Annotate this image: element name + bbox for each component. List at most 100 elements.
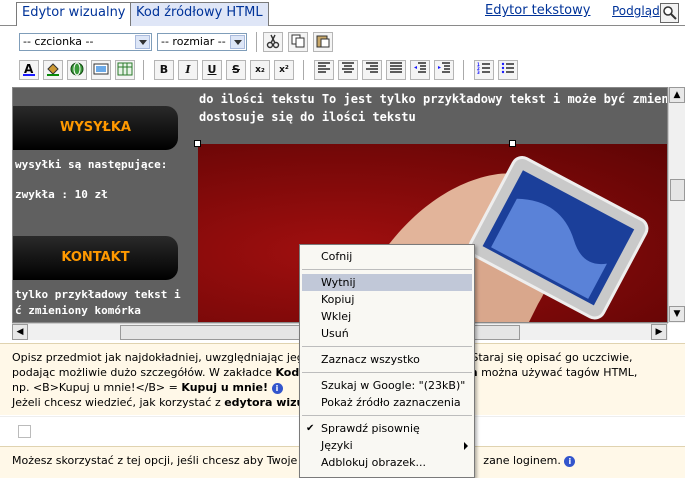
size-select[interactable]: -- rozmiar -- — [157, 33, 247, 51]
menu-item-view-source[interactable]: Pokaż źródło zaznaczenia — [300, 394, 474, 411]
editor-top-text-line: do ilości tekstu To jest tylko przykłado… — [199, 92, 668, 106]
shipping-text: wysyłki są następujące: — [15, 158, 168, 171]
align-right-icon — [366, 62, 378, 73]
scroll-left-icon[interactable]: ◀ — [12, 324, 28, 340]
editor-top-text-line: dostosuje się do ilości tekstu — [199, 110, 416, 124]
tab-html-source[interactable]: Kod źródłowy HTML — [130, 2, 269, 26]
menu-item-block-image[interactable]: Adblokuj obrazek... — [300, 454, 474, 471]
font-select[interactable]: -- czcionka -- — [19, 33, 152, 51]
help-text: Jeżeli chcesz wiedzieć, jak korzystać z — [12, 396, 225, 409]
bullet-list-button[interactable] — [498, 60, 518, 80]
resize-handle[interactable] — [509, 140, 516, 147]
paste-button[interactable] — [313, 32, 333, 52]
help-text: Opisz przedmiot jak najdokładniej, uwzgl… — [12, 351, 304, 364]
insert-link-button[interactable] — [67, 60, 87, 80]
contact-text: tylko przykładowy tekst i — [15, 288, 181, 301]
menu-item-select-all[interactable]: Zaznacz wszystko — [300, 351, 474, 368]
magnifier-icon[interactable] — [660, 3, 679, 23]
menu-item-languages[interactable]: Języki — [300, 437, 474, 454]
menu-item-label: Zaznacz wszystko — [321, 353, 420, 366]
menu-item-spellcheck[interactable]: ✔ Sprawdź pisownię — [300, 420, 474, 437]
text-editor-link[interactable]: Edytor tekstowy — [485, 3, 590, 18]
preview-link[interactable]: Podgląd — [612, 4, 660, 18]
globe-icon — [70, 62, 84, 76]
shipping-banner: WYSYŁKA — [13, 106, 178, 150]
cut-button[interactable] — [263, 32, 283, 52]
menu-item-label: Szukaj w Google: "(23kB)" — [321, 379, 466, 392]
contact-text-2: ć zmieniony komórka — [15, 304, 141, 317]
note-text: zane loginem. — [483, 454, 561, 467]
numbered-list-icon: 123 — [477, 62, 490, 75]
menu-item-delete[interactable]: Usuń — [300, 325, 474, 342]
menu-item-label: Wklej — [321, 310, 352, 323]
superscript-button[interactable]: x² — [274, 60, 294, 80]
background-color-button[interactable] — [43, 60, 63, 80]
table-icon — [117, 62, 133, 76]
svg-text:A: A — [24, 62, 34, 76]
indent-button[interactable] — [434, 60, 454, 80]
menu-item-label: Usuń — [321, 327, 349, 340]
align-center-button[interactable] — [338, 60, 358, 80]
insert-image-button[interactable] — [91, 60, 111, 80]
menu-item-label: Wytnij — [321, 276, 356, 289]
insert-table-button[interactable] — [115, 60, 135, 80]
bold-button[interactable]: B — [154, 60, 174, 80]
font-select-value: -- czcionka -- — [23, 35, 94, 48]
resize-handle[interactable] — [194, 140, 201, 147]
align-center-icon — [342, 62, 354, 73]
info-icon[interactable]: i — [271, 382, 283, 394]
text-color-button[interactable]: A — [19, 60, 39, 80]
strikethrough-button[interactable]: S — [226, 60, 246, 80]
copy-button[interactable] — [288, 32, 308, 52]
menu-item-copy[interactable]: Kopiuj — [300, 291, 474, 308]
italic-button[interactable]: I — [178, 60, 198, 80]
tab-visual-editor[interactable]: Edytor wizualny — [16, 2, 132, 26]
align-left-icon — [318, 62, 330, 73]
checkmark-icon: ✔ — [306, 423, 315, 434]
format-toolbar: -- czcionka -- -- rozmiar -- A B I U S x… — [12, 27, 685, 87]
menu-item-label: Pokaż źródło zaznaczenia — [321, 396, 461, 409]
outdent-button[interactable] — [410, 60, 430, 80]
toolbar-separator — [303, 60, 304, 80]
menu-separator — [302, 269, 472, 270]
scroll-down-icon[interactable]: ▼ — [669, 306, 685, 322]
context-menu: Cofnij Wytnij Kopiuj Wklej Usuń Zaznacz … — [299, 244, 475, 478]
editor-vertical-scrollbar[interactable]: ▲ ▼ — [668, 87, 685, 323]
menu-separator — [302, 415, 472, 416]
toolbar-separator — [256, 32, 257, 52]
editor-tabs: Edytor wizualny Kod źródłowy HTML Edytor… — [0, 0, 685, 26]
info-icon[interactable]: i — [564, 455, 576, 467]
numbered-list-button[interactable]: 123 — [474, 60, 494, 80]
submenu-arrow-icon — [464, 442, 468, 450]
menu-separator — [302, 372, 472, 373]
menu-item-cut[interactable]: Wytnij — [302, 274, 472, 291]
chevron-down-icon — [135, 35, 150, 49]
copy-icon — [291, 34, 305, 48]
align-left-button[interactable] — [314, 60, 334, 80]
scissors-icon — [266, 34, 280, 49]
shipping-cost: zwykła : 10 zł — [15, 188, 108, 201]
menu-item-search-google[interactable]: Szukaj w Google: "(23kB)" — [300, 377, 474, 394]
image-icon — [93, 63, 109, 75]
menu-item-undo[interactable]: Cofnij — [300, 248, 474, 265]
subscript-button[interactable]: x₂ — [250, 60, 270, 80]
note-text: Możesz skorzystać z tej opcji, jeśli chc… — [12, 454, 298, 467]
bullet-list-icon — [501, 62, 514, 74]
help-bold: Kod — [275, 366, 300, 379]
scroll-thumb[interactable] — [670, 179, 685, 201]
svg-text:3: 3 — [477, 70, 480, 75]
toolbar-separator — [463, 60, 464, 80]
menu-item-paste[interactable]: Wklej — [300, 308, 474, 325]
underline-button[interactable]: U — [202, 60, 222, 80]
justify-button[interactable] — [386, 60, 406, 80]
align-right-button[interactable] — [362, 60, 382, 80]
option-checkbox[interactable] — [18, 425, 31, 438]
menu-item-label: Sprawdź pisownię — [321, 422, 420, 435]
toolbar-separator — [143, 60, 144, 80]
help-text: można używać tagów HTML, — [477, 366, 638, 379]
scroll-right-icon[interactable]: ▶ — [651, 324, 667, 340]
size-select-value: -- rozmiar -- — [161, 35, 226, 48]
scroll-up-icon[interactable]: ▲ — [669, 87, 685, 103]
contact-banner: KONTAKT — [13, 236, 178, 280]
menu-item-label: Cofnij — [321, 250, 353, 263]
